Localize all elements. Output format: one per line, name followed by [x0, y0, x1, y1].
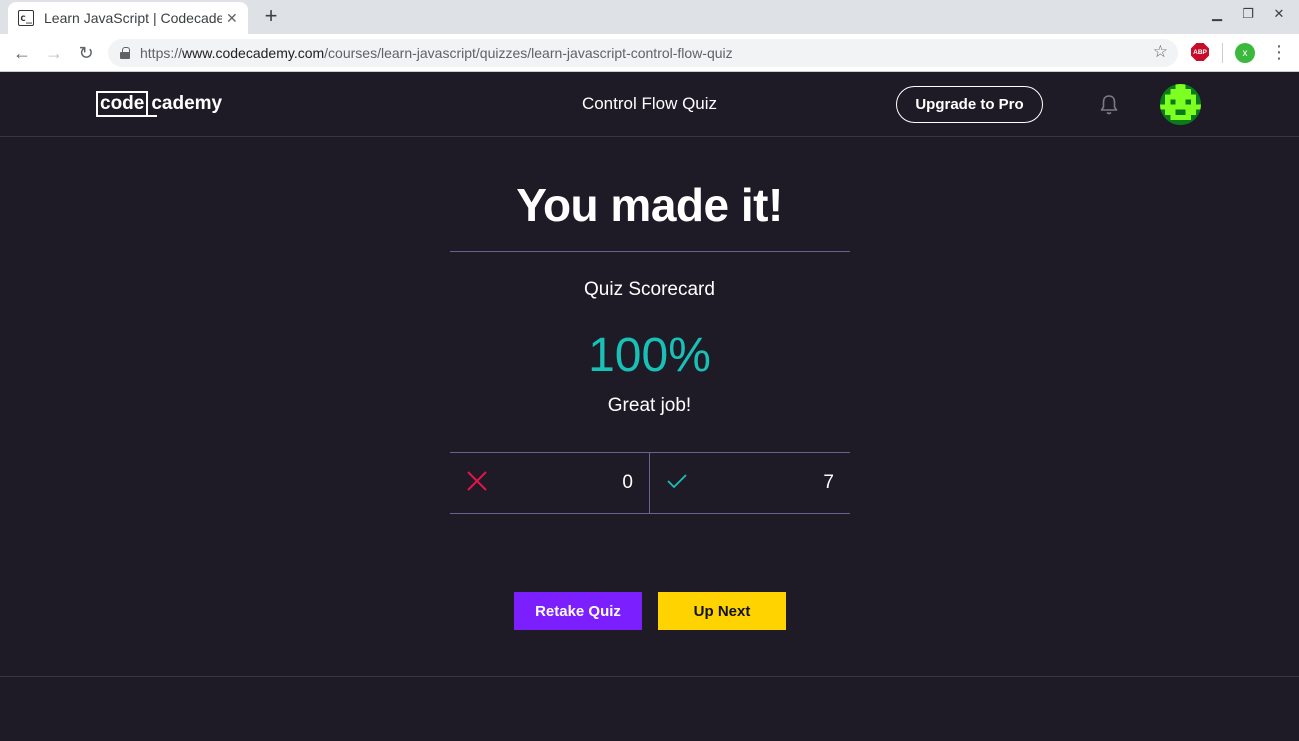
browser-tab[interactable]: c_ Learn JavaScript | Codecademy ✕: [8, 2, 248, 34]
browser-menu-icon[interactable]: ⋮: [1270, 42, 1288, 62]
url-scheme: https://: [140, 45, 183, 61]
up-next-button[interactable]: Up Next: [658, 592, 786, 630]
bookmark-star-icon[interactable]: ☆: [1153, 42, 1168, 62]
correct-tally: 7: [650, 453, 850, 513]
back-arrow-icon[interactable]: ←: [11, 42, 33, 64]
browser-tabbar: c_ Learn JavaScript | Codecademy ✕ + ▁ ❐…: [0, 0, 1299, 34]
result-headline: You made it!: [516, 179, 783, 231]
user-avatar[interactable]: [1160, 84, 1201, 125]
upgrade-to-pro-button[interactable]: Upgrade to Pro: [896, 86, 1043, 123]
notifications-bell-icon[interactable]: [1099, 94, 1119, 116]
adblock-plus-icon[interactable]: ABP: [1191, 43, 1209, 61]
browser-toolbar: ← → ↻ https://www.codecademy.com/courses…: [0, 34, 1299, 72]
logo-cursor: [147, 115, 158, 117]
scorecard-label: Quiz Scorecard: [584, 279, 715, 300]
correct-check-icon: [666, 472, 688, 495]
incorrect-tally: 0: [450, 453, 650, 513]
lock-icon: [120, 47, 130, 59]
restore-icon[interactable]: ❐: [1238, 6, 1258, 22]
site-header: code cademy Control Flow Quiz Upgrade to…: [0, 72, 1299, 137]
incorrect-count: 0: [622, 472, 633, 493]
tab-close-icon[interactable]: ✕: [226, 10, 238, 27]
retake-quiz-button[interactable]: Retake Quiz: [514, 592, 642, 630]
extension-icon[interactable]: x: [1235, 43, 1255, 63]
score-percentage: 100%: [588, 329, 711, 382]
footer-divider: [0, 676, 1299, 677]
incorrect-x-icon: [466, 470, 488, 497]
tab-title: Learn JavaScript | Codecademy: [44, 10, 222, 26]
headline-divider: [450, 251, 850, 252]
address-bar[interactable]: https://www.codecademy.com/courses/learn…: [108, 39, 1178, 67]
window-close-icon[interactable]: ✕: [1269, 6, 1289, 22]
url-text: https://www.codecademy.com/courses/learn…: [140, 45, 733, 61]
minimize-icon[interactable]: ▁: [1207, 6, 1227, 22]
correct-count: 7: [823, 472, 834, 493]
url-host: www.codecademy.com: [182, 45, 325, 61]
reload-icon[interactable]: ↻: [75, 42, 97, 64]
tally-bottom-divider: [450, 513, 850, 514]
score-message: Great job!: [607, 395, 692, 416]
answer-tally: 0 7: [450, 453, 850, 513]
forward-arrow-icon[interactable]: →: [43, 42, 65, 64]
new-tab-button[interactable]: +: [260, 3, 282, 28]
url-path: /courses/learn-javascript/quizzes/learn-…: [324, 45, 733, 61]
codecademy-favicon-icon: c_: [18, 10, 34, 26]
toolbar-divider: [1222, 43, 1223, 63]
